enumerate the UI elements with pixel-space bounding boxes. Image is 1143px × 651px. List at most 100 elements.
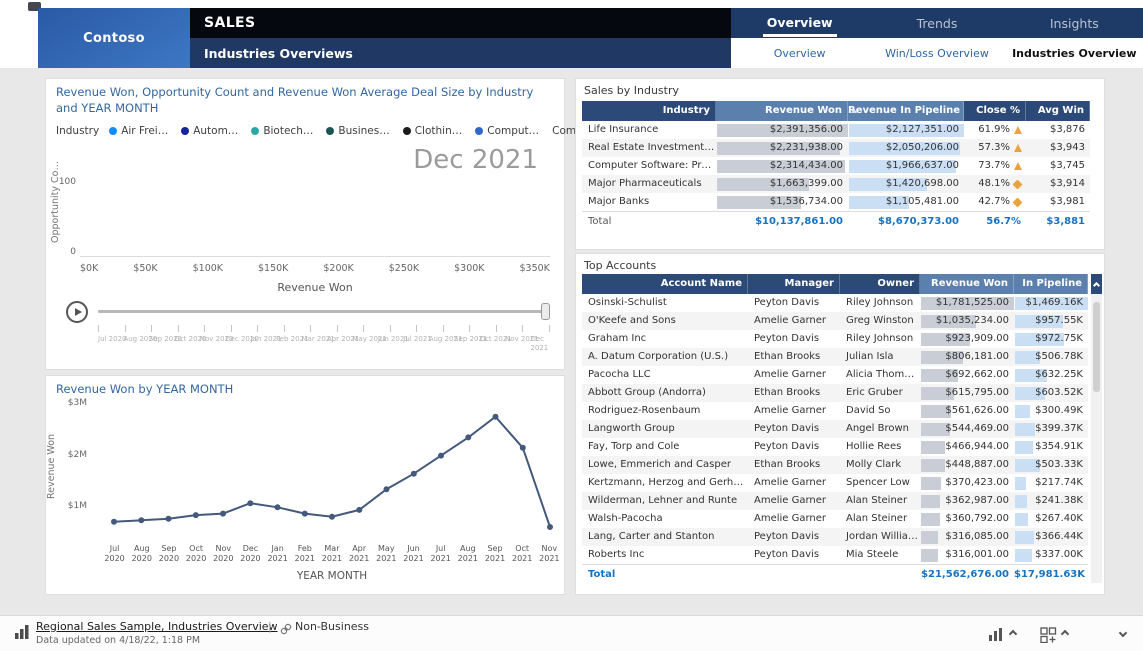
table-row[interactable]: Life Insurance $2,391,356.00 $2,127,351.… xyxy=(582,121,1090,139)
cell-value: $1,781,525.00 xyxy=(936,294,1009,312)
cell-value: $366.44K xyxy=(1035,528,1083,546)
axis-tick-label: Oct2021 xyxy=(509,544,536,565)
cell-owner: Julian Isla xyxy=(840,348,920,366)
legend-items: Air Frei… Autom… Biotech… Busines… Cloth… xyxy=(109,125,617,137)
axis-tick-label: Jul2020 xyxy=(101,544,128,565)
cell-manager: Peyton Davis xyxy=(748,294,840,312)
cell-in-pipeline: $957.55K xyxy=(1014,312,1088,330)
legend-dot-icon xyxy=(109,127,117,135)
table-row[interactable]: Kertzmann, Herzog and Gerhold Amelie Gar… xyxy=(582,474,1088,492)
cell-owner: Greg Winston xyxy=(840,312,920,330)
legend-item[interactable]: Autom… xyxy=(181,125,238,137)
tab-insights[interactable]: Insights xyxy=(1006,8,1143,38)
page-tab-industries-overview[interactable]: Industries Overview xyxy=(1006,38,1143,68)
table-row[interactable]: Abbott Group (Andorra) Ethan Brooks Eric… xyxy=(582,384,1088,402)
column-header-close-pct[interactable]: Close % xyxy=(964,101,1026,121)
cell-close-pct: 57.3% xyxy=(964,139,1026,157)
slider-month-label: Nov 2021 xyxy=(505,335,530,353)
legend-item[interactable]: Clothin… xyxy=(403,125,463,137)
table-row[interactable]: Fay, Torp and Cole Peyton Davis Hollie R… xyxy=(582,438,1088,456)
scatter-plot-area: Dec 2021 xyxy=(80,141,550,257)
table-row[interactable]: Langworth Group Peyton Davis Angel Brown… xyxy=(582,420,1088,438)
column-header-manager[interactable]: Manager xyxy=(748,274,840,294)
play-axis-slider-handle[interactable] xyxy=(541,303,550,320)
cell-value: $1,105,481.00 xyxy=(886,193,959,211)
tab-overview[interactable]: Overview xyxy=(731,8,868,38)
cell-value: $360,792.00 xyxy=(945,510,1009,528)
table-row[interactable]: O'Keefe and Sons Amelie Garner Greg Wins… xyxy=(582,312,1088,330)
cell-value: $217.74K xyxy=(1035,474,1083,492)
play-axis-slider-track[interactable] xyxy=(98,310,550,313)
slider-tick xyxy=(416,325,417,332)
cell-value: $692,662.00 xyxy=(945,366,1009,384)
table-row[interactable]: Lang, Carter and Stanton Peyton Davis Jo… xyxy=(582,528,1088,546)
cell-owner: David So xyxy=(840,402,920,420)
cell-close-pct: 42.7% xyxy=(964,193,1026,211)
column-header-revenue-in-pipeline[interactable]: Revenue In Pipeline xyxy=(848,101,964,121)
visuals-pane-button[interactable] xyxy=(988,627,1006,642)
chart-legend: Industry Air Frei… Autom… Biotech… Busin… xyxy=(56,123,556,139)
column-header-revenue-won[interactable]: Revenue Won xyxy=(716,101,848,121)
legend-item-label: Air Frei… xyxy=(121,125,168,137)
column-header-avg-win[interactable]: Avg Win xyxy=(1026,101,1090,121)
cell-industry: Real Estate Investment Trusts xyxy=(582,139,716,157)
table-title: Sales by Industry xyxy=(584,84,679,97)
scrollbar[interactable] xyxy=(1091,274,1102,583)
legend-item[interactable]: Comput… xyxy=(475,125,539,137)
column-header-account-name[interactable]: Account Name xyxy=(582,274,748,294)
cell-value: $300.49K xyxy=(1035,402,1083,420)
slider-tick xyxy=(443,325,444,332)
report-breadcrumb-link[interactable]: Regional Sales Sample, Industries Overvi… xyxy=(36,620,278,633)
page-tab-winloss-overview[interactable]: Win/Loss Overview xyxy=(868,38,1005,68)
sensitivity-label[interactable]: Non-Business xyxy=(295,620,369,633)
legend-dot-icon xyxy=(475,127,483,135)
data-updated-text: Data updated on 4/18/22, 1:18 PM xyxy=(36,635,200,646)
cell-revenue-in-pipeline: $2,050,206.00 xyxy=(848,139,964,157)
cell-revenue-won: $1,035,234.00 xyxy=(920,312,1014,330)
table-row[interactable]: Graham Inc Peyton Davis Riley Johnson $9… xyxy=(582,330,1088,348)
slider-month-label: Nov 2020 xyxy=(200,335,225,353)
table-total-row: Total $21,562,676.00 $17,981.63K xyxy=(582,564,1088,583)
sales-by-industry-table: Industry Revenue Won Revenue In Pipeline… xyxy=(582,101,1090,230)
column-header-owner[interactable]: Owner xyxy=(840,274,920,294)
play-button[interactable] xyxy=(66,301,88,323)
data-bar xyxy=(1015,405,1030,418)
column-header-industry[interactable]: Industry xyxy=(582,101,716,121)
scroll-up-button[interactable] xyxy=(1091,274,1102,294)
slider-month-label: Apr 2021 xyxy=(327,335,352,353)
legend-item[interactable]: Biotech… xyxy=(251,125,313,137)
fields-pane-button[interactable] xyxy=(1040,627,1057,643)
tab-trends[interactable]: Trends xyxy=(868,8,1005,38)
kpi-indicator-icon xyxy=(1013,197,1023,207)
slider-month-label: Dec 2021 xyxy=(530,335,555,353)
collapse-footer-button[interactable] xyxy=(1120,630,1126,636)
fields-pane-expand-button[interactable] xyxy=(1062,631,1068,637)
table-row[interactable]: Real Estate Investment Trusts $2,231,938… xyxy=(582,139,1090,157)
column-header-revenue-won[interactable]: Revenue Won xyxy=(920,274,1014,294)
visuals-pane-expand-button[interactable] xyxy=(1010,631,1016,637)
legend-item[interactable]: Busines… xyxy=(326,125,389,137)
slider-tick xyxy=(337,325,338,332)
cell-owner: Jordan Williams xyxy=(840,528,920,546)
table-row[interactable]: Pacocha LLC Amelie Garner Alicia Thomber… xyxy=(582,366,1088,384)
cell-owner: Mia Steele xyxy=(840,546,920,564)
table-row[interactable]: A. Datum Corporation (U.S.) Ethan Brooks… xyxy=(582,348,1088,366)
table-row[interactable]: Walsh-Pacocha Amelie Garner Alan Steiner… xyxy=(582,510,1088,528)
table-row[interactable]: Wilderman, Lehner and Runte Amelie Garne… xyxy=(582,492,1088,510)
table-row[interactable]: Lowe, Emmerich and Casper Ethan Brooks M… xyxy=(582,456,1088,474)
slider-tick xyxy=(204,325,205,332)
data-bar xyxy=(921,477,941,490)
report-title-bar: SALES xyxy=(190,8,731,38)
table-row[interactable]: Major Banks $1,536,734.00 $1,105,481.00 … xyxy=(582,193,1090,211)
column-header-in-pipeline[interactable]: In Pipeline xyxy=(1014,274,1088,294)
legend-item[interactable]: Air Frei… xyxy=(109,125,168,137)
data-bar xyxy=(921,549,938,562)
table-row[interactable]: Osinski-Schulist Peyton Davis Riley John… xyxy=(582,294,1088,312)
table-row[interactable]: Major Pharmaceuticals $1,663,399.00 $1,4… xyxy=(582,175,1090,193)
page-tab-overview[interactable]: Overview xyxy=(731,38,868,68)
table-row[interactable]: Rodriguez-Rosenbaum Amelie Garner David … xyxy=(582,402,1088,420)
cell-in-pipeline: $399.37K xyxy=(1014,420,1088,438)
scrollbar-thumb[interactable] xyxy=(1093,302,1100,392)
table-row[interactable]: Computer Software: Progra… $2,314,434.00… xyxy=(582,157,1090,175)
table-row[interactable]: Roberts Inc Peyton Davis Mia Steele $316… xyxy=(582,546,1088,564)
